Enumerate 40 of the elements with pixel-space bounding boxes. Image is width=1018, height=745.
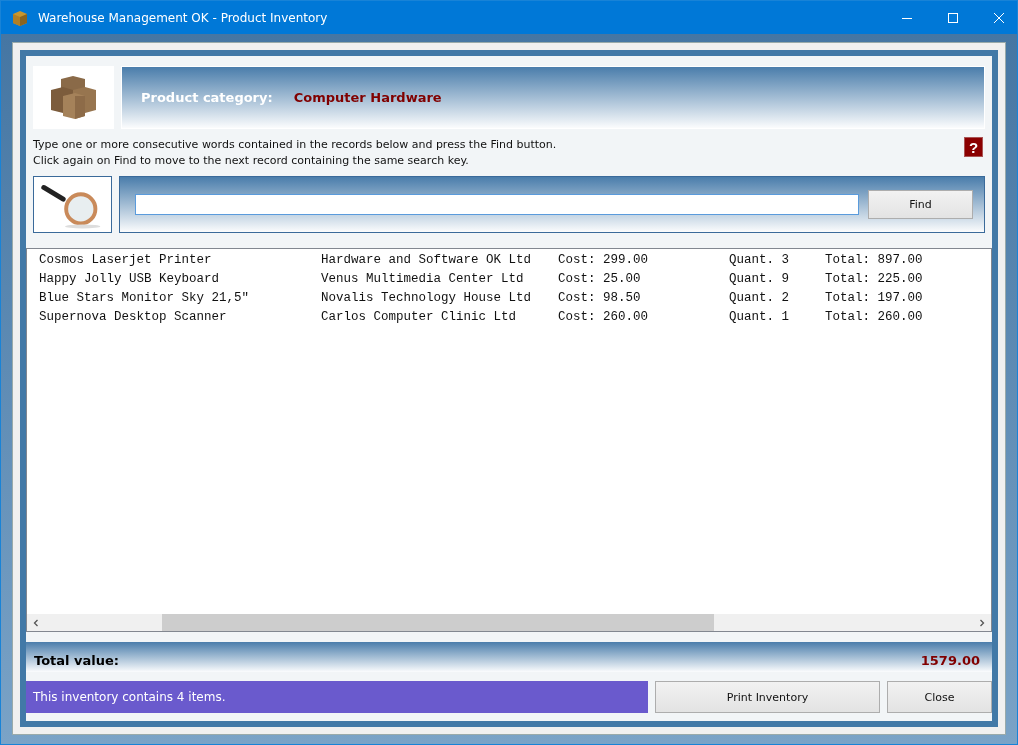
record-cell-text: Total: 225.00 xyxy=(825,271,924,286)
record-cell-text: Quant. 2 xyxy=(729,290,790,305)
record-cell-text: Total: 897.00 xyxy=(825,252,924,267)
record-cell-text: Total: 197.00 xyxy=(825,290,924,305)
record-cell-text: Happy Jolly USB Keyboard xyxy=(39,271,221,286)
record-cell-text: Quant. 3 xyxy=(729,252,790,267)
record-cell-text: Cost: 98.50 xyxy=(558,290,642,305)
scroll-left-icon[interactable] xyxy=(32,618,40,627)
maximize-icon[interactable] xyxy=(947,11,959,24)
record-cell-text: Hardware and Software OK Ltd xyxy=(321,252,533,267)
record-cell-text: Novalis Technology House Ltd xyxy=(321,290,533,305)
close-button[interactable]: Close xyxy=(887,681,992,713)
instruction-text: Click again on Find to move to the next record containing the same search key. xyxy=(33,153,470,169)
category-label: Product category: xyxy=(141,90,273,105)
category-value: Computer Hardware xyxy=(293,90,442,105)
find-button[interactable]: Find xyxy=(868,190,973,219)
record-cell-text: Quant. 9 xyxy=(729,271,790,286)
record-cell-text: Cosmos Laserjet Printer xyxy=(39,252,213,267)
help-button[interactable]: ? xyxy=(964,137,983,157)
total-label: Total value: xyxy=(34,652,119,668)
window-title: Warehouse Management OK - Product Inventory xyxy=(38,10,328,25)
scroll-thumb[interactable] xyxy=(162,614,714,631)
record-cell-text: Cost: 260.00 xyxy=(558,309,649,324)
total-value: 1579.00 xyxy=(920,652,980,668)
record-cell-text: Cost: 25.00 xyxy=(558,271,642,286)
horizontal-scrollbar[interactable] xyxy=(27,614,991,631)
status-text: This inventory contains 4 items. xyxy=(33,690,226,704)
record-cell-text: Blue Stars Monitor Sky 21,5" xyxy=(39,290,251,305)
record-cell-text: Cost: 299.00 xyxy=(558,252,649,267)
instruction-text: Type one or more consecutive words contained in the records below and press the Find button. xyxy=(33,137,557,153)
box-icon xyxy=(11,8,29,27)
scroll-right-icon[interactable] xyxy=(978,618,986,627)
search-field[interactable] xyxy=(135,194,859,215)
close-icon[interactable] xyxy=(993,11,1005,24)
record-cell-text: Venus Multimedia Center Ltd xyxy=(321,271,525,286)
record-cell-text: Quant. 1 xyxy=(729,309,790,324)
print-inventory-button[interactable]: Print Inventory xyxy=(655,681,880,713)
record-cell-text: Total: 260.00 xyxy=(825,309,924,324)
record-cell-text: Supernova Desktop Scanner xyxy=(39,309,228,324)
record-cell-text: Carlos Computer Clinic Ltd xyxy=(321,309,518,324)
